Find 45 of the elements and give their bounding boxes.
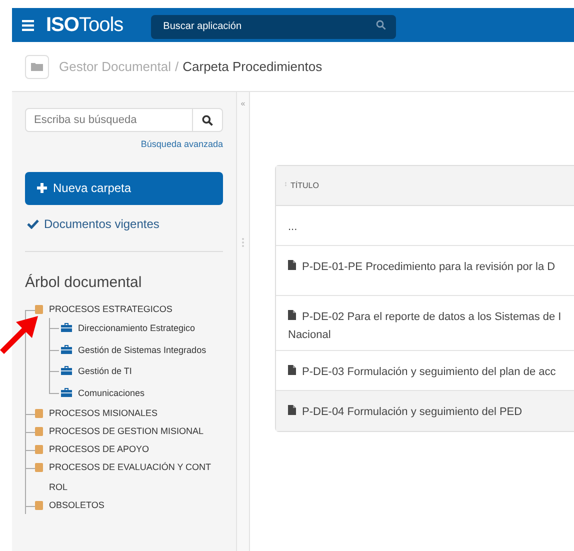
tree-item[interactable]: PROCESOS DE EVALUACIÓN Y CONTROL <box>49 457 213 497</box>
arrow-annotation <box>0 314 40 354</box>
folder-icon <box>35 305 43 314</box>
cell-text: Nacional <box>288 328 332 343</box>
tree-item[interactable]: PROCESOS DE GESTION MISIONAL <box>49 421 213 441</box>
table-row[interactable]: P-DE-04 Formulación y seguimiento del PED <box>276 391 574 431</box>
document-icon <box>288 365 296 375</box>
search-icon <box>202 114 213 126</box>
new-folder-button[interactable]: Nueva carpeta <box>25 172 223 204</box>
folder-icon <box>31 62 43 71</box>
advanced-search-link[interactable]: Búsqueda avanzada <box>140 138 223 152</box>
logo: ISOTools <box>46 15 124 35</box>
menu-icon[interactable] <box>22 20 34 30</box>
column-header[interactable]: TÍTULO <box>290 180 319 192</box>
briefcase-icon <box>61 388 72 396</box>
drag-handle-icon[interactable] <box>242 238 244 247</box>
cell-text: ... <box>288 220 298 235</box>
plus-icon <box>37 183 47 193</box>
cell-text: P-DE-02 Para el reporte de datos a los Sistemas de I <box>302 310 562 325</box>
tree-title: Árbol documental <box>25 272 143 292</box>
cell-text: P-DE-01-PE Procedimiento para la revisión por la D <box>302 260 556 275</box>
tree-item[interactable]: OBSOLETOS <box>49 495 213 515</box>
breadcrumb-item: Carpeta Procedimientos <box>182 58 322 76</box>
current-documents-filter[interactable]: Documentos vigentes <box>25 214 223 232</box>
document-icon <box>288 405 296 415</box>
tree-item[interactable]: Gestión de TI <box>78 365 132 378</box>
search-icon <box>376 20 386 30</box>
cell-text: P-DE-04 Formulación y seguimiento del PED <box>302 405 522 420</box>
tree-item[interactable]: PROCESOS MISIONALES <box>49 403 213 423</box>
search-button[interactable] <box>193 108 223 132</box>
breadcrumb-separator: / <box>175 58 179 76</box>
document-icon <box>288 310 296 320</box>
search-field[interactable]: Buscar aplicación <box>151 14 396 38</box>
briefcase-icon <box>61 323 72 332</box>
search-field[interactable]: Escriba su búsqueda <box>25 108 193 132</box>
briefcase-icon <box>61 366 72 375</box>
tree-item[interactable]: PROCESOS DE APOYO <box>49 439 213 459</box>
document-icon <box>288 260 296 270</box>
folder-icon <box>35 501 43 510</box>
tree-item[interactable]: Direccionamiento Estrategico <box>78 322 196 336</box>
tree-item[interactable]: PROCESOS ESTRATEGICOS <box>49 299 213 319</box>
briefcase-icon <box>61 344 72 354</box>
tree-item[interactable]: Gestión de Sistemas Integrados <box>78 344 206 357</box>
tree-item[interactable]: Comunicaciones <box>78 386 145 400</box>
cell-text: P-DE-03 Formulación y seguimiento del plan de acc <box>302 365 556 380</box>
